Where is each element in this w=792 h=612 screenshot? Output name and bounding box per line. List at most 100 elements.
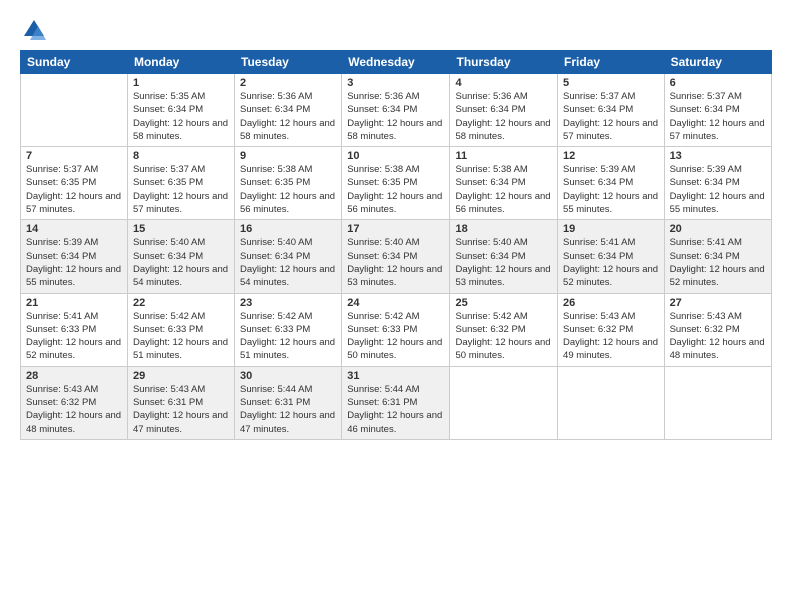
day-number: 24 (347, 297, 444, 309)
day-info: Sunrise: 5:36 AMSunset: 6:34 PMDaylight:… (347, 90, 444, 143)
calendar-cell (450, 366, 558, 439)
calendar-cell: 11Sunrise: 5:38 AMSunset: 6:34 PMDayligh… (450, 147, 558, 220)
calendar-cell: 8Sunrise: 5:37 AMSunset: 6:35 PMDaylight… (127, 147, 234, 220)
weekday-header-row: SundayMondayTuesdayWednesdayThursdayFrid… (21, 51, 772, 74)
calendar-cell: 12Sunrise: 5:39 AMSunset: 6:34 PMDayligh… (558, 147, 665, 220)
day-info: Sunrise: 5:43 AMSunset: 6:32 PMDaylight:… (563, 310, 659, 363)
calendar-cell (664, 366, 771, 439)
calendar-cell: 17Sunrise: 5:40 AMSunset: 6:34 PMDayligh… (342, 220, 450, 293)
calendar-cell: 28Sunrise: 5:43 AMSunset: 6:32 PMDayligh… (21, 366, 128, 439)
day-number: 27 (670, 297, 766, 309)
calendar-week-row: 1Sunrise: 5:35 AMSunset: 6:34 PMDaylight… (21, 74, 772, 147)
day-info: Sunrise: 5:36 AMSunset: 6:34 PMDaylight:… (455, 90, 552, 143)
day-number: 3 (347, 77, 444, 89)
day-number: 17 (347, 223, 444, 235)
calendar-cell (21, 74, 128, 147)
day-info: Sunrise: 5:35 AMSunset: 6:34 PMDaylight:… (133, 90, 229, 143)
day-number: 10 (347, 150, 444, 162)
day-info: Sunrise: 5:41 AMSunset: 6:33 PMDaylight:… (26, 310, 122, 363)
calendar-cell: 9Sunrise: 5:38 AMSunset: 6:35 PMDaylight… (235, 147, 342, 220)
day-info: Sunrise: 5:40 AMSunset: 6:34 PMDaylight:… (133, 236, 229, 289)
day-info: Sunrise: 5:39 AMSunset: 6:34 PMDaylight:… (563, 163, 659, 216)
day-number: 25 (455, 297, 552, 309)
calendar-cell: 19Sunrise: 5:41 AMSunset: 6:34 PMDayligh… (558, 220, 665, 293)
day-info: Sunrise: 5:38 AMSunset: 6:35 PMDaylight:… (240, 163, 336, 216)
calendar: SundayMondayTuesdayWednesdayThursdayFrid… (20, 50, 772, 440)
calendar-cell: 5Sunrise: 5:37 AMSunset: 6:34 PMDaylight… (558, 74, 665, 147)
logo (20, 16, 52, 44)
day-number: 9 (240, 150, 336, 162)
calendar-cell: 15Sunrise: 5:40 AMSunset: 6:34 PMDayligh… (127, 220, 234, 293)
calendar-cell: 1Sunrise: 5:35 AMSunset: 6:34 PMDaylight… (127, 74, 234, 147)
calendar-cell: 22Sunrise: 5:42 AMSunset: 6:33 PMDayligh… (127, 293, 234, 366)
day-info: Sunrise: 5:44 AMSunset: 6:31 PMDaylight:… (347, 383, 444, 436)
calendar-week-row: 28Sunrise: 5:43 AMSunset: 6:32 PMDayligh… (21, 366, 772, 439)
day-number: 15 (133, 223, 229, 235)
weekday-header: Sunday (21, 51, 128, 74)
header (20, 16, 772, 44)
calendar-cell: 13Sunrise: 5:39 AMSunset: 6:34 PMDayligh… (664, 147, 771, 220)
day-number: 6 (670, 77, 766, 89)
day-info: Sunrise: 5:38 AMSunset: 6:35 PMDaylight:… (347, 163, 444, 216)
calendar-cell: 29Sunrise: 5:43 AMSunset: 6:31 PMDayligh… (127, 366, 234, 439)
logo-icon (20, 16, 48, 44)
day-info: Sunrise: 5:42 AMSunset: 6:33 PMDaylight:… (240, 310, 336, 363)
calendar-cell: 18Sunrise: 5:40 AMSunset: 6:34 PMDayligh… (450, 220, 558, 293)
weekday-header: Wednesday (342, 51, 450, 74)
day-info: Sunrise: 5:37 AMSunset: 6:34 PMDaylight:… (670, 90, 766, 143)
calendar-week-row: 7Sunrise: 5:37 AMSunset: 6:35 PMDaylight… (21, 147, 772, 220)
weekday-header: Thursday (450, 51, 558, 74)
calendar-cell: 4Sunrise: 5:36 AMSunset: 6:34 PMDaylight… (450, 74, 558, 147)
day-number: 20 (670, 223, 766, 235)
day-number: 31 (347, 370, 444, 382)
day-number: 14 (26, 223, 122, 235)
day-info: Sunrise: 5:42 AMSunset: 6:32 PMDaylight:… (455, 310, 552, 363)
calendar-cell: 26Sunrise: 5:43 AMSunset: 6:32 PMDayligh… (558, 293, 665, 366)
day-number: 18 (455, 223, 552, 235)
day-number: 16 (240, 223, 336, 235)
day-number: 8 (133, 150, 229, 162)
day-info: Sunrise: 5:38 AMSunset: 6:34 PMDaylight:… (455, 163, 552, 216)
calendar-cell: 10Sunrise: 5:38 AMSunset: 6:35 PMDayligh… (342, 147, 450, 220)
day-number: 1 (133, 77, 229, 89)
day-info: Sunrise: 5:37 AMSunset: 6:35 PMDaylight:… (26, 163, 122, 216)
day-number: 4 (455, 77, 552, 89)
day-number: 13 (670, 150, 766, 162)
day-info: Sunrise: 5:40 AMSunset: 6:34 PMDaylight:… (240, 236, 336, 289)
day-info: Sunrise: 5:36 AMSunset: 6:34 PMDaylight:… (240, 90, 336, 143)
day-info: Sunrise: 5:42 AMSunset: 6:33 PMDaylight:… (347, 310, 444, 363)
day-info: Sunrise: 5:41 AMSunset: 6:34 PMDaylight:… (670, 236, 766, 289)
day-number: 30 (240, 370, 336, 382)
day-info: Sunrise: 5:39 AMSunset: 6:34 PMDaylight:… (670, 163, 766, 216)
calendar-cell (558, 366, 665, 439)
day-info: Sunrise: 5:37 AMSunset: 6:35 PMDaylight:… (133, 163, 229, 216)
day-number: 12 (563, 150, 659, 162)
day-number: 28 (26, 370, 122, 382)
calendar-week-row: 14Sunrise: 5:39 AMSunset: 6:34 PMDayligh… (21, 220, 772, 293)
calendar-cell: 20Sunrise: 5:41 AMSunset: 6:34 PMDayligh… (664, 220, 771, 293)
calendar-cell: 25Sunrise: 5:42 AMSunset: 6:32 PMDayligh… (450, 293, 558, 366)
weekday-header: Tuesday (235, 51, 342, 74)
day-number: 22 (133, 297, 229, 309)
calendar-cell: 6Sunrise: 5:37 AMSunset: 6:34 PMDaylight… (664, 74, 771, 147)
calendar-cell: 7Sunrise: 5:37 AMSunset: 6:35 PMDaylight… (21, 147, 128, 220)
day-info: Sunrise: 5:40 AMSunset: 6:34 PMDaylight:… (347, 236, 444, 289)
calendar-week-row: 21Sunrise: 5:41 AMSunset: 6:33 PMDayligh… (21, 293, 772, 366)
day-info: Sunrise: 5:42 AMSunset: 6:33 PMDaylight:… (133, 310, 229, 363)
day-info: Sunrise: 5:43 AMSunset: 6:32 PMDaylight:… (26, 383, 122, 436)
day-info: Sunrise: 5:44 AMSunset: 6:31 PMDaylight:… (240, 383, 336, 436)
day-number: 29 (133, 370, 229, 382)
calendar-cell: 2Sunrise: 5:36 AMSunset: 6:34 PMDaylight… (235, 74, 342, 147)
calendar-cell: 30Sunrise: 5:44 AMSunset: 6:31 PMDayligh… (235, 366, 342, 439)
calendar-cell: 31Sunrise: 5:44 AMSunset: 6:31 PMDayligh… (342, 366, 450, 439)
day-info: Sunrise: 5:43 AMSunset: 6:31 PMDaylight:… (133, 383, 229, 436)
day-number: 26 (563, 297, 659, 309)
weekday-header: Friday (558, 51, 665, 74)
calendar-cell: 23Sunrise: 5:42 AMSunset: 6:33 PMDayligh… (235, 293, 342, 366)
day-info: Sunrise: 5:39 AMSunset: 6:34 PMDaylight:… (26, 236, 122, 289)
day-number: 2 (240, 77, 336, 89)
calendar-cell: 27Sunrise: 5:43 AMSunset: 6:32 PMDayligh… (664, 293, 771, 366)
day-number: 19 (563, 223, 659, 235)
day-number: 7 (26, 150, 122, 162)
day-info: Sunrise: 5:43 AMSunset: 6:32 PMDaylight:… (670, 310, 766, 363)
